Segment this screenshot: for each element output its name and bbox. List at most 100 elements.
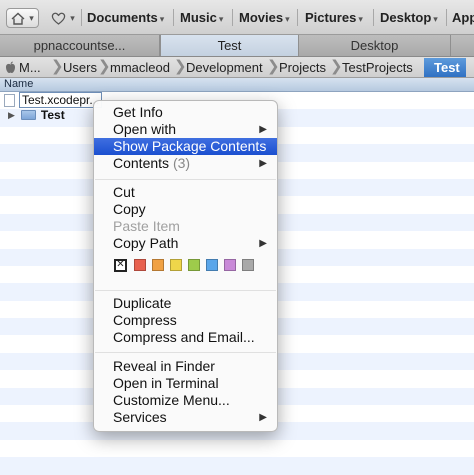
menu-item-customize-menu[interactable]: Customize Menu... [94,392,277,409]
house-icon [11,12,25,25]
favorite-label: Movies [239,10,284,25]
menu-item-label: Customize Menu... [113,392,230,408]
submenu-arrow-icon: ▶ [259,238,267,249]
chevron-right-icon: ❯ [267,58,280,75]
menu-item-cut[interactable]: Cut [94,184,277,201]
column-header-name[interactable]: Name [0,78,474,92]
label-blue-swatch[interactable] [206,259,218,271]
path-item-mmacleod[interactable]: mmacleod [110,59,170,76]
path-item-development[interactable]: Development [186,59,263,76]
path-item-projects[interactable]: Projects [279,59,326,76]
favorite-label: Music [180,10,217,25]
label-green-swatch[interactable] [188,259,200,271]
menu-item-label: Compress and Email... [113,329,255,345]
chevron-down-icon: ▾ [159,14,165,24]
menu-item-contents[interactable]: Contents (3) ▶ [94,155,277,172]
chevron-down-icon: ▾ [29,12,34,23]
heart-icon [51,12,66,25]
menu-item-compress-and-email[interactable]: Compress and Email... [94,329,277,346]
toolbar-divider [373,9,374,26]
menu-item-copy[interactable]: Copy [94,201,277,218]
list-row-stripe [0,457,474,475]
menu-item-get-info[interactable]: Get Info [94,104,277,121]
list-item-name: Test.xcodepr... [19,92,103,108]
menu-separator [95,179,276,180]
path-item-root[interactable]: M... [19,59,41,76]
path-item-users[interactable]: Users [63,59,97,76]
contents-count: (3) [172,155,191,171]
toolbar-divider [446,9,447,26]
favorite-pictures[interactable]: Pictures ▾ [305,9,363,27]
menu-item-label: Cut [113,184,135,200]
label-gray-swatch[interactable] [242,259,254,271]
favorite-label: Pictures [305,10,357,25]
tab-desktop[interactable]: Desktop [299,35,451,56]
chevron-down-icon: ▾ [358,14,363,24]
menu-item-services[interactable]: Services ▶ [94,409,277,426]
list-item-test-folder[interactable]: ▶ Test [8,108,65,122]
folder-icon [20,110,36,120]
menu-item-copy-path[interactable]: Copy Path ▶ [94,235,277,252]
chevron-down-icon: ▾ [433,14,438,24]
favorite-desktop[interactable]: Desktop ▾ [380,9,438,27]
submenu-arrow-icon: ▶ [259,124,267,135]
menu-item-label: Open with [113,121,177,137]
menu-item-label: Open in Terminal [113,375,219,391]
label-none-swatch[interactable]: ✕ [114,259,127,272]
home-button[interactable]: ▾ [6,8,39,28]
label-yellow-swatch[interactable] [170,259,182,271]
menu-item-open-in-terminal[interactable]: Open in Terminal [94,375,277,392]
chevron-right-icon: ❯ [51,58,64,75]
favorite-applications[interactable]: App [452,9,474,27]
menu-item-open-with[interactable]: Open with ▶ [94,121,277,138]
path-item-test[interactable]: Test [424,58,466,77]
path-bar: M... ❯ Users ❯ mmacleod ❯ Development ❯ … [0,57,474,78]
submenu-arrow-icon: ▶ [259,412,267,423]
menu-item-reveal-in-finder[interactable]: Reveal in Finder [94,358,277,375]
menu-item-paste-item: Paste Item [94,218,277,235]
toolbar-divider [232,9,233,26]
favorite-music[interactable]: Music ▾ [180,9,223,27]
tab-ppnaccountse[interactable]: ppnaccountse... [0,35,160,56]
menu-item-label: Duplicate [113,295,172,311]
label-orange-swatch[interactable] [152,259,164,271]
menu-separator [95,290,276,291]
disclosure-triangle-icon[interactable]: ▶ [8,108,15,122]
toolbar-divider [173,9,174,26]
menu-item-label: Get Info [113,104,163,120]
favorite-movies[interactable]: Movies ▾ [239,9,290,27]
favorite-documents[interactable]: Documents ▾ [87,9,164,27]
xcodeproj-file-icon [4,93,15,107]
path-item-testprojects[interactable]: TestProjects [342,59,413,76]
label-red-swatch[interactable] [134,259,146,271]
toolbar-divider [81,9,82,26]
tab-label: Desktop [350,38,399,53]
label-purple-swatch[interactable] [224,259,236,271]
menu-item-label: Copy [113,201,146,217]
chevron-right-icon: ❯ [98,58,111,75]
menu-item-label: Paste Item [113,218,180,234]
list-item-xcodeproj[interactable]: Test.xcodepr... [4,92,103,108]
chevron-down-icon: ▾ [218,14,224,24]
menu-item-label: Services [113,409,167,425]
tab-test[interactable]: Test [160,35,299,56]
column-header-label: Name [4,78,34,90]
favorite-label: Desktop [380,10,432,25]
menu-item-duplicate[interactable]: Duplicate [94,295,277,312]
favorite-label: Documents [87,10,158,25]
tab-label: Test [217,38,242,53]
menu-item-compress[interactable]: Compress [94,312,277,329]
menu-separator [95,352,276,353]
chevron-down-icon: ▾ [70,12,75,23]
submenu-arrow-icon: ▶ [259,158,267,169]
favorite-label: App [452,10,474,25]
chevron-right-icon: ❯ [174,58,187,75]
favorites-heart-button[interactable]: ▾ [48,8,78,28]
menu-item-label: Contents [113,155,170,171]
menu-item-label: Compress [113,312,177,328]
chevron-right-icon: ❯ [330,58,343,75]
chevron-down-icon: ▾ [285,14,290,24]
list-item-name: Test [40,108,65,122]
favorites-bar: ▾ ▾ Documents ▾ Music ▾ Movies ▾ Pictures ▾ … [0,0,474,35]
menu-item-show-package-contents[interactable]: Show Package Contents [94,138,277,155]
